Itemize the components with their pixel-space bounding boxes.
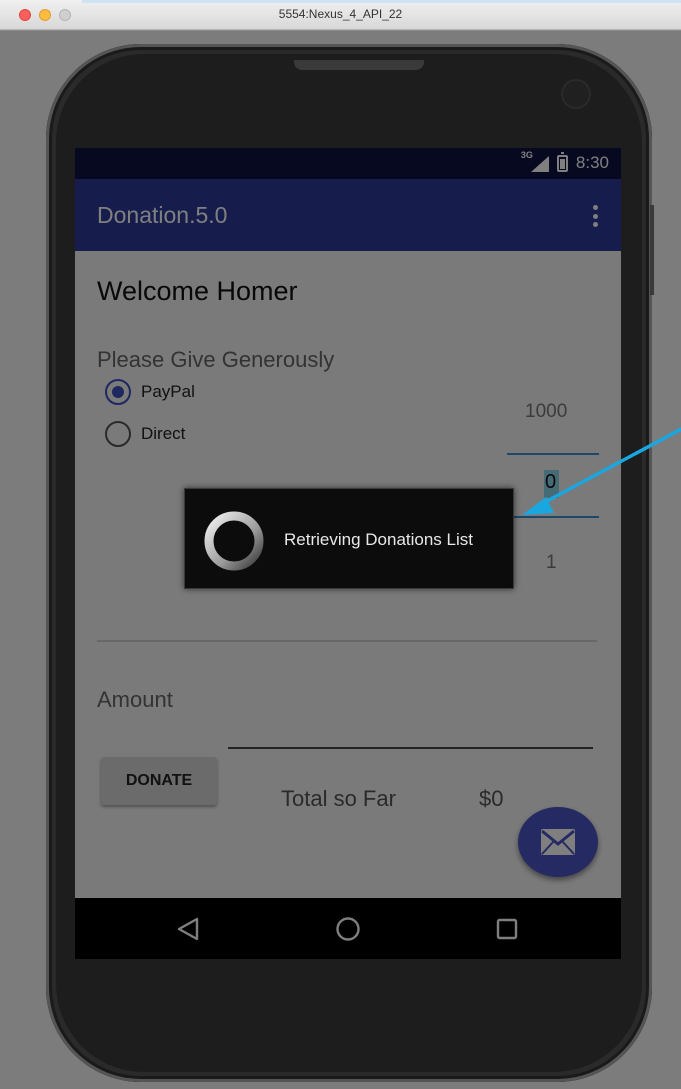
progress-dialog-message: Retrieving Donations List (284, 530, 473, 549)
earpiece-speaker (294, 60, 424, 70)
title-bar-highlight (82, 0, 681, 3)
power-button[interactable] (650, 205, 654, 295)
annotation-arrow-icon (522, 427, 681, 515)
emulator-title-bar: 5554:Nexus_4_API_22 (0, 0, 681, 30)
progress-dialog: Retrieving Donations List (184, 488, 514, 589)
device-screen: 3G 8:30 Donation.5.0 Welcome Homer Pleas… (75, 148, 621, 959)
front-camera (561, 79, 591, 109)
loading-spinner-icon (204, 511, 264, 571)
window-title: 5554:Nexus_4_API_22 (278, 7, 403, 21)
